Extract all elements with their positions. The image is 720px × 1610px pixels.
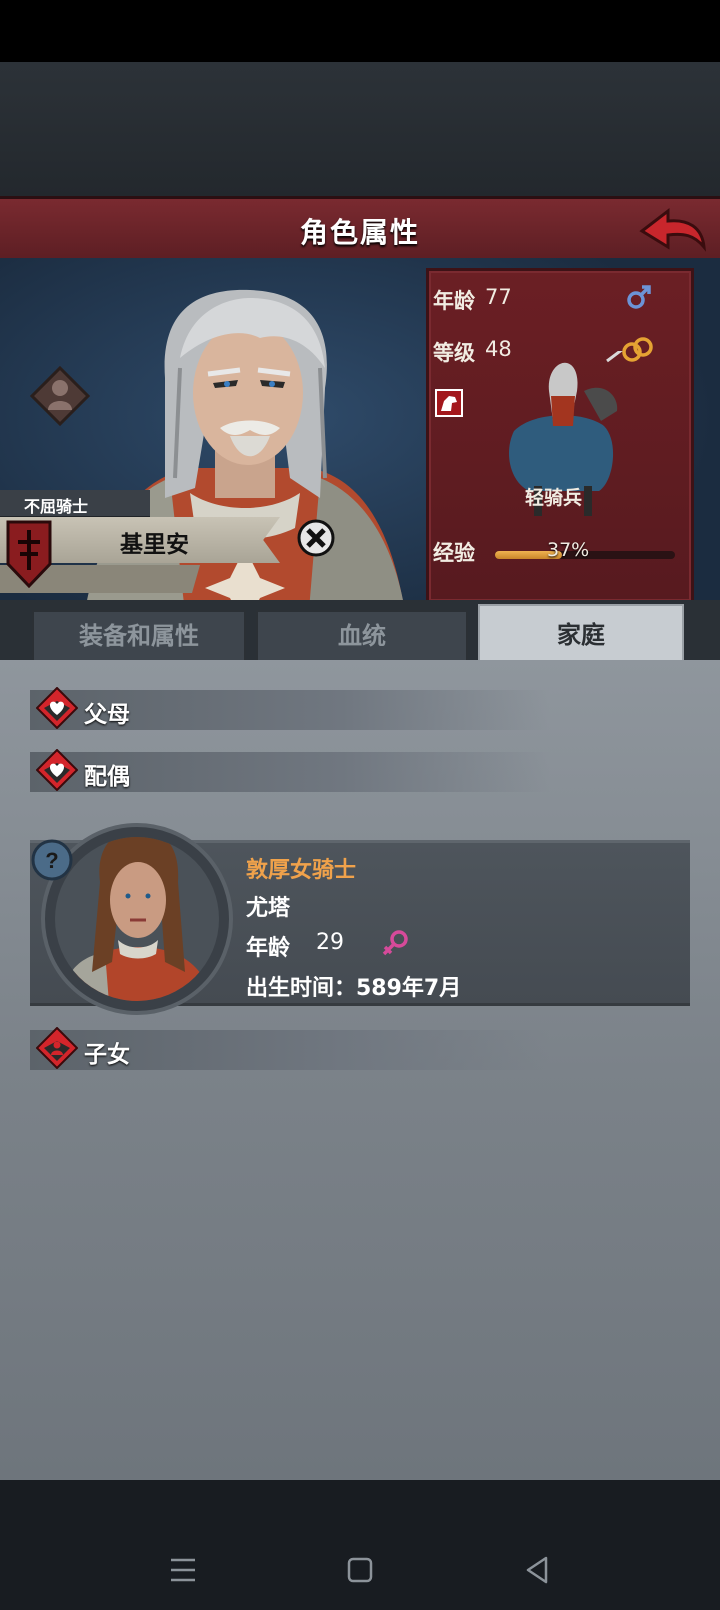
cavalry-type-icon <box>435 389 463 417</box>
tab-bar: 装备和属性 血统 家庭 <box>0 600 720 666</box>
heart-icon <box>36 749 78 791</box>
heart-icon <box>36 687 78 729</box>
character-title: 不屈骑士 <box>24 497 89 516</box>
page-title: 角色属性 <box>299 216 420 249</box>
age-label: 年龄 <box>433 289 475 313</box>
spouse-age-value: 29 <box>316 930 344 955</box>
spouse-name: 尤塔 <box>246 896 291 921</box>
child-icon <box>36 1027 78 1069</box>
class-badge-icon <box>30 366 90 426</box>
parents-label: 父母 <box>84 702 130 728</box>
home-icon[interactable] <box>340 1550 380 1590</box>
svg-text:?: ? <box>45 848 58 873</box>
exp-percent: 37% <box>547 539 590 561</box>
spouse-age-label: 年龄 <box>246 936 291 961</box>
tab-family[interactable]: 家庭 <box>478 604 684 666</box>
help-question-icon[interactable]: ? <box>30 838 74 882</box>
unit-type: 轻骑兵 <box>525 487 583 509</box>
spouse-title: 敦厚女骑士 <box>246 858 357 883</box>
male-symbol-icon <box>627 285 651 309</box>
tab-bloodline[interactable]: 血统 <box>256 610 468 664</box>
level-label: 等级 <box>433 341 475 365</box>
system-nav-bar <box>0 1480 720 1610</box>
character-stats-card: 年龄 77 等级 48 轻骑兵 经验 37% <box>426 268 694 604</box>
top-background <box>0 62 720 197</box>
female-symbol-icon <box>382 930 408 956</box>
spouse-label: 配偶 <box>84 764 130 790</box>
character-portrait <box>80 289 410 653</box>
spouse-birth-date: 出生时间：589年7月 <box>246 976 462 1001</box>
spouse-section: 配偶 <box>30 749 550 792</box>
page-header: 角色属性 <box>0 196 720 264</box>
back-arrow-icon[interactable] <box>638 205 708 255</box>
age-value: 77 <box>485 285 512 309</box>
children-section: 子女 <box>30 1027 550 1070</box>
parents-section: 父母 <box>30 687 550 730</box>
dismiss-button[interactable] <box>296 518 336 558</box>
menu-icon[interactable] <box>163 1550 203 1590</box>
character-title-tag: 不屈骑士 <box>0 490 150 518</box>
back-icon[interactable] <box>518 1550 558 1590</box>
children-label: 子女 <box>84 1042 130 1068</box>
house-shield-icon <box>6 520 52 588</box>
tab-equipment[interactable]: 装备和属性 <box>32 610 246 664</box>
status-bar <box>0 0 720 62</box>
exp-label: 经验 <box>433 541 475 565</box>
character-name: 基里安 <box>120 532 189 558</box>
